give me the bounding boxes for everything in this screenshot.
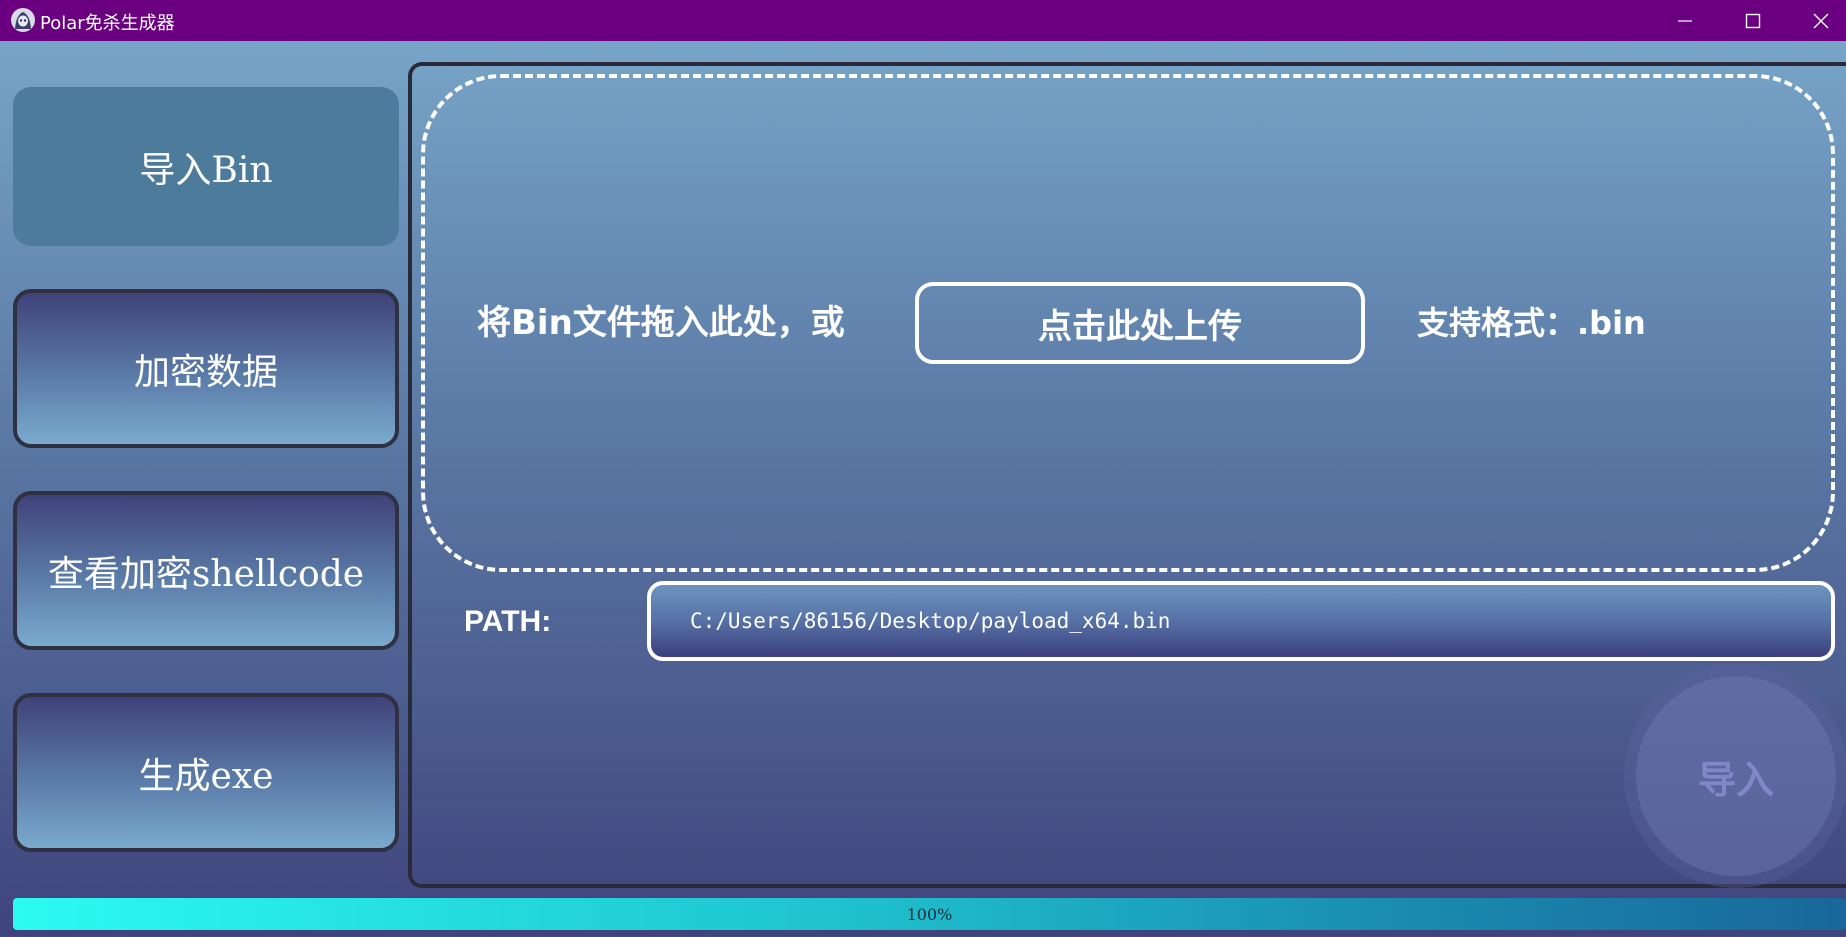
maximize-icon: [1745, 13, 1761, 28]
import-button[interactable]: 导入: [1636, 676, 1836, 876]
sidebar-item-label: 导入Bin: [139, 149, 273, 191]
close-button[interactable]: [1787, 0, 1846, 41]
sidebar-item-label: 加密数据: [133, 351, 278, 393]
progress-text: 100%: [906, 904, 953, 924]
sidebar-item-label: 生成exe: [138, 755, 274, 797]
sidebar-item-import-bin[interactable]: 导入Bin: [13, 87, 399, 246]
drop-instruction-text: 将Bin文件拖入此处，或: [477, 303, 845, 343]
import-button-label: 导入: [1697, 757, 1774, 802]
sidebar-item-generate-exe[interactable]: 生成exe: [13, 693, 399, 852]
sidebar-item-view-shellcode[interactable]: 查看加密shellcode: [13, 491, 399, 650]
minimize-button[interactable]: [1651, 0, 1719, 41]
progress-bar: 100%: [13, 898, 1846, 930]
minimize-icon: [1678, 19, 1692, 22]
maximize-button[interactable]: [1719, 0, 1787, 41]
supported-format-text: 支持格式：.bin: [1417, 304, 1646, 342]
path-label: PATH:: [464, 605, 552, 638]
polar-hooded-icon: [11, 8, 35, 32]
sidebar-item-label: 查看加密shellcode: [47, 553, 365, 595]
path-field[interactable]: C:/Users/86156/Desktop/payload_x64.bin: [647, 581, 1835, 661]
upload-button-label: 点击此处上传: [1038, 306, 1242, 347]
sidebar-item-encrypt-data[interactable]: 加密数据: [13, 289, 399, 448]
window-title: Polar免杀生成器: [40, 13, 175, 34]
close-icon: [1813, 13, 1829, 28]
title-bar: Polar免杀生成器: [0, 0, 1846, 41]
upload-button[interactable]: 点击此处上传: [915, 282, 1365, 364]
path-value: C:/Users/86156/Desktop/payload_x64.bin: [690, 609, 1171, 633]
